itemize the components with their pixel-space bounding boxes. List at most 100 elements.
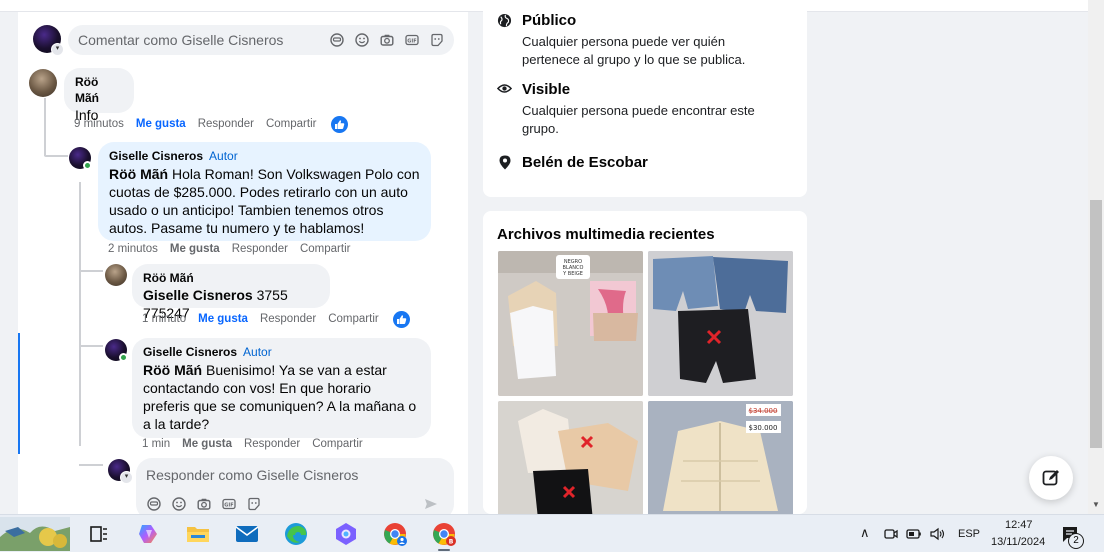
mention-link[interactable]: Röö Mãń: [109, 166, 168, 182]
comment-input[interactable]: Comentar como Giselle Cisneros GIF: [68, 25, 454, 55]
chrome-browser-icon[interactable]: [382, 521, 408, 547]
thread-line: [79, 345, 103, 347]
author-badge: Autor: [209, 149, 238, 163]
reply-button[interactable]: Responder: [260, 313, 316, 325]
old-price-label: $34.000: [749, 407, 778, 415]
privacy-description: Cualquier persona puede ver quién perten…: [522, 34, 746, 67]
avatar-sticker-icon[interactable]: [330, 33, 344, 47]
thread-line: [44, 98, 46, 156]
reply-input-placeholder: Responder como Giselle Cisneros: [146, 467, 359, 483]
media-thumbnail[interactable]: [648, 251, 793, 396]
comments-panel: ▾ Comentar como Giselle Cisneros GIF Röö…: [18, 12, 468, 514]
svg-text:GIF: GIF: [224, 502, 233, 508]
comment-author[interactable]: Röö Mãń: [143, 270, 319, 286]
svg-text:Y BEIGE: Y BEIGE: [562, 271, 583, 277]
group-location[interactable]: Belén de Escobar: [522, 154, 648, 171]
emoji-icon[interactable]: [172, 497, 186, 511]
clock-time[interactable]: 12:47: [1005, 519, 1033, 531]
mention-link[interactable]: Giselle Cisneros: [143, 287, 253, 303]
comment-time[interactable]: 2 minutos: [108, 243, 158, 255]
comment-time[interactable]: 1 min: [142, 438, 170, 450]
location-pin-icon: [499, 155, 511, 170]
comment-time[interactable]: 9 minutos: [74, 118, 124, 130]
camera-icon[interactable]: [197, 497, 211, 511]
avatar[interactable]: [69, 147, 92, 170]
visibility-description: Cualquier persona puede encontrar este g…: [522, 103, 755, 136]
media-section-title: Archivos multimedia recientes: [497, 226, 715, 243]
comment-author[interactable]: Röö Mãń: [75, 74, 123, 106]
notification-count-badge: 2: [1068, 533, 1084, 549]
focus-indicator: [18, 333, 20, 454]
current-user-avatar[interactable]: ▾: [108, 459, 133, 484]
media-thumbnail[interactable]: [498, 401, 643, 514]
gif-icon[interactable]: GIF: [405, 33, 419, 47]
price-label: $30.000: [749, 424, 778, 432]
media-thumbnail[interactable]: NEGRO BLANCO Y BEIGE: [498, 251, 643, 396]
chrome-browser-icon[interactable]: B: [431, 521, 457, 547]
chevron-down-icon: ▾: [120, 471, 133, 484]
share-button[interactable]: Compartir: [328, 313, 378, 325]
like-button[interactable]: Me gusta: [182, 438, 232, 450]
task-view-icon[interactable]: [86, 521, 112, 547]
comment-author[interactable]: Giselle Cisneros: [143, 345, 237, 359]
share-button[interactable]: Compartir: [266, 118, 316, 130]
avatar-sticker-icon[interactable]: [147, 497, 161, 511]
online-status-dot: [83, 161, 92, 170]
reply-button[interactable]: Responder: [198, 118, 254, 130]
svg-text:B: B: [449, 539, 454, 546]
comment-bubble: Giselle Cisneros Autor Röö Mãń Hola Roman…: [98, 142, 431, 241]
current-user-avatar[interactable]: ▾: [33, 25, 64, 56]
comment-bubble: Röö Mãń Info: [64, 68, 134, 123]
comment-time[interactable]: 1 minuto: [142, 313, 186, 325]
clock-date[interactable]: 13/11/2024: [991, 536, 1045, 548]
like-button[interactable]: Me gusta: [136, 118, 186, 130]
comment-input-placeholder: Comentar como Giselle Cisneros: [78, 32, 284, 48]
copilot-icon[interactable]: [136, 521, 162, 547]
scroll-down-arrow-icon[interactable]: ▼: [1090, 500, 1102, 510]
comment-actions: 2 minutos Me gusta Responder Compartir: [108, 243, 350, 255]
chevron-down-icon: ▾: [51, 43, 64, 56]
sticker-icon[interactable]: [247, 497, 261, 511]
share-button[interactable]: Compartir: [300, 243, 350, 255]
file-explorer-icon[interactable]: [185, 521, 211, 547]
avatar[interactable]: [105, 264, 127, 286]
meet-now-icon[interactable]: [884, 527, 898, 541]
emoji-icon[interactable]: [355, 33, 369, 47]
compose-icon: [1042, 470, 1059, 486]
mention-link[interactable]: Röö Mãń: [143, 362, 202, 378]
reply-button[interactable]: Responder: [232, 243, 288, 255]
avatar[interactable]: [105, 339, 128, 362]
globe-icon: [497, 13, 512, 28]
comment-actions: 1 min Me gusta Responder Compartir: [142, 438, 363, 450]
sticker-icon[interactable]: [430, 33, 444, 47]
send-icon[interactable]: [424, 497, 438, 511]
reply-button[interactable]: Responder: [244, 438, 300, 450]
gif-icon[interactable]: GIF: [222, 497, 236, 511]
edge-browser-icon[interactable]: [283, 521, 309, 547]
camera-icon[interactable]: [380, 33, 394, 47]
avatar[interactable]: [29, 69, 57, 97]
comment-bubble: Röö Mãń Giselle Cisneros 3755 775247: [132, 264, 330, 321]
like-button[interactable]: Me gusta: [198, 313, 248, 325]
comment-actions: 1 minuto Me gusta Responder Compartir: [142, 313, 379, 325]
widgets-icon[interactable]: [0, 517, 70, 551]
svg-text:GIF: GIF: [407, 38, 416, 44]
reply-input[interactable]: Responder como Giselle Cisneros GIF: [136, 458, 454, 514]
media-thumbnail[interactable]: $34.000 $30.000: [648, 401, 793, 514]
like-reaction-icon[interactable]: [393, 311, 410, 328]
volume-icon[interactable]: [930, 527, 946, 541]
running-indicator: [438, 549, 450, 551]
mail-icon[interactable]: [234, 521, 260, 547]
language-indicator[interactable]: ESP: [958, 528, 980, 540]
eye-icon: [497, 84, 512, 93]
new-message-button[interactable]: [1029, 456, 1073, 500]
battery-icon[interactable]: [906, 527, 922, 541]
chevron-up-icon[interactable]: ∧: [860, 525, 870, 541]
app-icon[interactable]: [333, 521, 359, 547]
scrollbar-thumb[interactable]: [1090, 200, 1102, 448]
share-button[interactable]: Compartir: [312, 438, 362, 450]
thread-line: [79, 270, 103, 272]
like-reaction-icon[interactable]: [331, 116, 348, 133]
comment-author[interactable]: Giselle Cisneros: [109, 149, 203, 163]
like-button[interactable]: Me gusta: [170, 243, 220, 255]
